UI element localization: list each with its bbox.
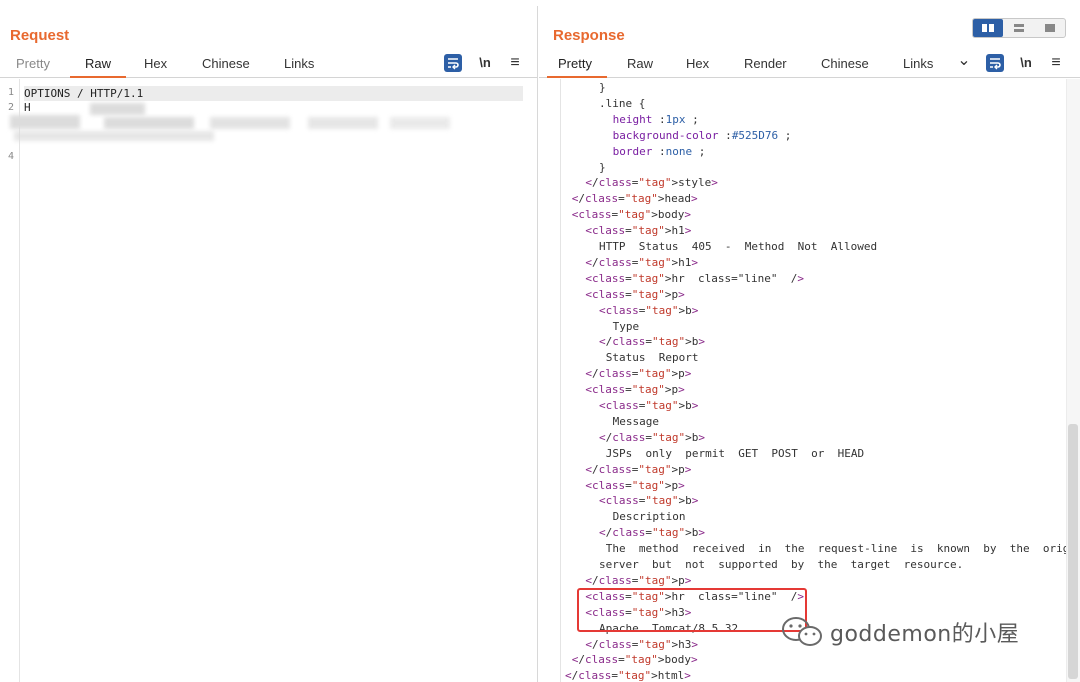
watermark-text: goddemon的小屋 [830,622,1020,647]
code-line: </class="tag">p> [585,573,692,587]
request-tab-pretty[interactable]: Pretty [16,56,50,71]
code-line: <class="tag">b> [599,494,699,508]
code-line: <class="tag">b> [599,303,699,317]
redacted-block [10,115,80,129]
redacted-block [90,103,145,115]
response-tab-pretty[interactable]: Pretty [558,56,592,71]
code-line: </class="tag">head> [571,192,698,206]
code-line: </class="tag">h1> [585,255,699,269]
code-line: HTTP Status 405 - Method Not Allowed [599,240,878,253]
code-line: <class="tag">h1> [585,224,692,238]
code-line: height :1px ; [612,112,699,126]
response-newline-icon[interactable]: \n [1017,54,1035,72]
line-number: 1 [8,87,15,98]
redacted-block [210,117,290,129]
scrollbar-thumb[interactable] [1068,424,1078,679]
code-line: </class="tag">b> [599,526,705,540]
code-line: JSPs only permit GET POST or HEAD [605,446,865,460]
request-tabs: Pretty Raw Hex Chinese Links \n ≡ [0,50,537,78]
wechat-icon [782,617,822,646]
request-menu-icon[interactable]: ≡ [506,54,524,72]
code-line: Type [612,319,640,333]
layout-toggle [972,18,1066,38]
response-tabs: Pretty Raw Hex Render Chinese Links ⌄ \n… [539,50,1080,78]
redacted-block [308,117,378,129]
response-tab-chinese[interactable]: Chinese [821,56,869,71]
code-line: </class="tag">p> [585,367,692,381]
code-line: background-color :#525D76 ; [612,128,792,142]
code-line: server but not supported by the target r… [599,558,964,571]
code-line: <class="tag">p> [585,383,685,397]
redacted-block [390,117,450,129]
redacted-block [104,117,194,129]
code-line: <class="tag">body> [571,208,692,222]
code-line: Description [612,510,686,524]
code-line: <class="tag">hr class="line" /> [585,271,804,285]
code-line: </class="tag">b> [599,430,705,444]
request-newline-icon[interactable]: \n [476,54,494,72]
response-tab-hex[interactable]: Hex [686,56,709,71]
request-wrap-icon[interactable] [444,54,462,72]
code-line: <class="tag">b> [599,399,699,412]
request-line-1: OPTIONS / HTTP/1.1 [24,87,144,100]
code-line: </class="tag">style> [585,176,718,190]
request-active-tab-indicator [70,76,126,78]
code-line: </class="tag">html> [565,669,691,682]
response-tab-links[interactable]: Links [903,56,933,71]
layout-side-by-side-button[interactable] [973,19,1003,37]
code-line: .line { [599,96,646,110]
response-tab-render[interactable]: Render [744,56,787,71]
code-line: </class="tag">p> [585,462,692,476]
response-menu-icon[interactable]: ≡ [1047,54,1065,72]
line-number: 2 [8,102,15,113]
code-line: <class="tag">p> [585,287,685,301]
response-scrollbar[interactable] [1066,79,1080,682]
request-line-2: H [24,101,31,114]
request-tab-raw[interactable]: Raw [85,56,111,71]
response-title: Response [553,27,625,44]
layout-stacked-button[interactable] [1004,19,1034,37]
highlight-annotation [577,588,807,632]
request-pane: Request Pretty Raw Hex Chinese Links \n … [0,6,538,682]
line-number: 4 [8,151,15,162]
request-editor[interactable]: 1 2 4 OPTIONS / HTTP/1.1 H [0,79,537,682]
code-line: border :none ; [612,144,706,158]
code-line: The method received in the request-line … [605,542,1080,556]
redacted-block [14,131,214,141]
code-line: </class="tag">h3> [585,637,699,651]
response-active-tab-indicator [547,76,607,78]
code-line: } [599,160,606,174]
watermark: goddemon的小屋 [780,614,1019,650]
response-wrap-icon[interactable] [986,54,1004,72]
chevron-down-icon[interactable]: ⌄ [955,52,973,70]
layout-single-button[interactable] [1035,19,1065,37]
response-pane: Response Pretty Raw Hex Render Chinese L… [539,6,1080,682]
code-line: Status Report [605,351,699,365]
request-tab-links[interactable]: Links [284,56,314,71]
code-line: <class="tag">p> [585,478,685,492]
code-line: </class="tag">body> [571,653,698,667]
request-title: Request [10,27,70,44]
code-line: Message [612,414,659,428]
request-tab-chinese[interactable]: Chinese [202,56,250,71]
code-line: } [599,81,606,94]
code-line: </class="tag">b> [599,335,705,349]
response-tab-raw[interactable]: Raw [627,56,653,71]
request-gutter: 1 2 4 [0,79,20,682]
request-tab-hex[interactable]: Hex [144,56,167,71]
